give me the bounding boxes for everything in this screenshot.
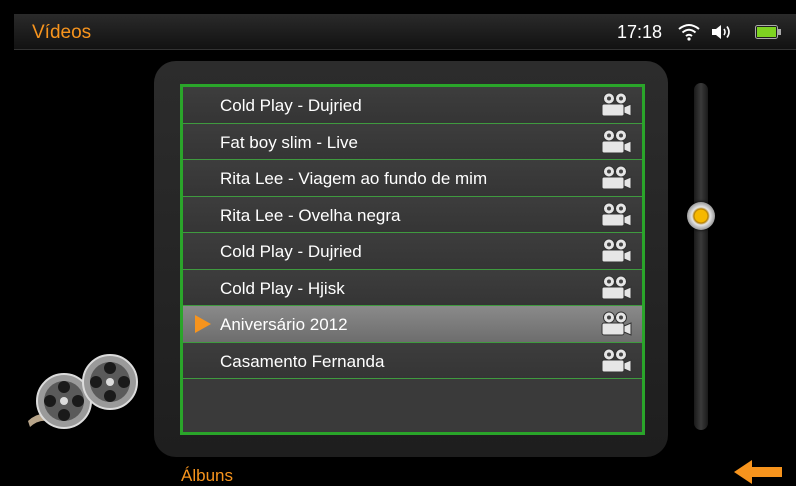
video-row[interactable]: Rita Lee - Viagem ao fundo de mim <box>183 160 642 197</box>
back-arrow-icon[interactable] <box>734 459 784 485</box>
albums-link[interactable]: Álbuns <box>181 466 233 486</box>
video-row[interactable]: Cold Play - Dujried <box>183 233 642 270</box>
video-title: Fat boy slim - Live <box>220 132 358 152</box>
video-row[interactable]: Rita Lee - Ovelha negra <box>183 196 642 233</box>
camera-icon <box>601 165 632 190</box>
scrollbar-track[interactable] <box>694 83 708 430</box>
camera-icon <box>601 275 632 300</box>
camera-icon <box>601 238 632 263</box>
app-title: Vídeos <box>32 22 92 43</box>
battery-icon <box>755 25 781 39</box>
camera-icon <box>601 311 632 336</box>
status-bar: Vídeos 17:18 <box>14 14 796 50</box>
video-row[interactable]: Casamento Fernanda <box>183 342 642 379</box>
selection-arrow-icon <box>195 315 211 333</box>
video-row[interactable]: Cold Play - Dujried <box>183 87 642 124</box>
video-row[interactable]: Fat boy slim - Live <box>183 123 642 160</box>
video-row[interactable]: Aniversário 2012 <box>183 306 642 343</box>
video-title: Rita Lee - Ovelha negra <box>220 205 401 225</box>
app-frame: Vídeos 17:18 Cold Play - Dujried Fat boy … <box>14 14 796 486</box>
film-reels-icon <box>28 354 138 429</box>
video-title: Rita Lee - Viagem ao fundo de mim <box>220 169 488 188</box>
video-title: Cold Play - Dujried <box>220 242 362 261</box>
camera-icon <box>601 348 632 373</box>
camera-icon <box>601 129 632 154</box>
video-list: Cold Play - Dujried Fat boy slim - Live Ri… <box>180 84 645 435</box>
video-row[interactable]: Cold Play - Hjisk <box>183 269 642 306</box>
video-title: Cold Play - Hjisk <box>220 278 345 298</box>
video-title: Casamento Fernanda <box>220 351 385 371</box>
camera-icon <box>601 202 632 227</box>
camera-icon <box>601 92 632 117</box>
video-title: Cold Play - Dujried <box>220 96 362 115</box>
scrollbar-thumb[interactable] <box>687 202 715 230</box>
volume-icon <box>712 25 730 39</box>
video-title: Aniversário 2012 <box>220 315 348 334</box>
clock: 17:18 <box>617 22 663 42</box>
wifi-icon <box>678 24 700 41</box>
